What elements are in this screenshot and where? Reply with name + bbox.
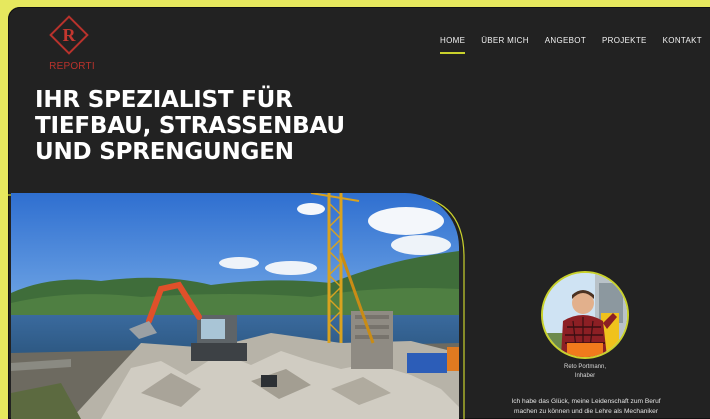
brand-logo[interactable]: R REPORTI xyxy=(46,15,95,77)
hero-headline-line: TIEFBAU, STRASSENBAU xyxy=(35,113,345,139)
nav-item-projekte[interactable]: PROJEKTE xyxy=(594,35,655,47)
main-navigation: HOME ÜBER MICH ANGEBOT PROJEKTE KONTAKT xyxy=(432,35,710,54)
hero-construction-photo xyxy=(11,193,459,419)
owner-role: Inhaber xyxy=(574,373,596,379)
owner-bio-line: machen zu können und die Lehre als Mecha… xyxy=(513,408,659,415)
nav-item-kontakt[interactable]: KONTAKT xyxy=(655,35,710,47)
nav-item-angebot[interactable]: ANGEBOT xyxy=(537,35,594,47)
owner-name: Reto Portmann, xyxy=(563,364,607,370)
nav-item-home[interactable]: HOME xyxy=(432,35,473,54)
nav-item-ueber-mich[interactable]: ÜBER MICH xyxy=(473,35,537,47)
owner-caption: Reto Portmann, Inhaber xyxy=(528,363,642,381)
hero-headline: IHR SPEZIALIST FÜR TIEFBAU, STRASSENBAU … xyxy=(35,87,345,165)
owner-bio-text: Ich habe das Glück, meine Leidenschaft z… xyxy=(478,397,694,417)
site-frame: R REPORTI HOME ÜBER MICH ANGEBOT PROJEKT… xyxy=(8,7,710,419)
logo-letter: R xyxy=(62,25,76,45)
hero-headline-line: UND SPRENGUNGEN xyxy=(35,139,294,165)
owner-bio-line: Ich habe das Glück, meine Leidenschaft z… xyxy=(511,398,661,405)
logo-text: REPORTI xyxy=(49,61,95,72)
owner-portrait-photo xyxy=(541,271,629,359)
hero-headline-line: IHR SPEZIALIST FÜR xyxy=(35,87,293,113)
